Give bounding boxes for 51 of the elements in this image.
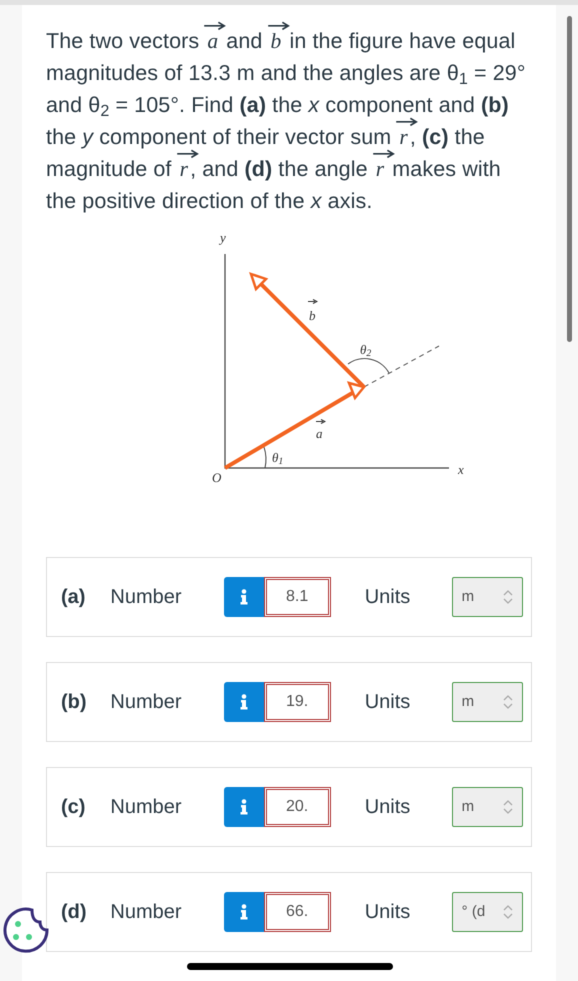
number-field[interactable]: 20. (264, 787, 331, 827)
angle-arc (264, 446, 266, 468)
number-field[interactable]: 66. (264, 892, 331, 932)
number-field[interactable]: 8.1 (264, 577, 331, 617)
vector-label: a (316, 427, 322, 440)
cookie-button[interactable] (2, 906, 50, 954)
info-icon (240, 904, 248, 920)
chevron-updown-icon (503, 905, 514, 919)
chevron-updown-icon (503, 800, 514, 814)
vector-arrow-icon (372, 149, 396, 159)
units-select[interactable]: m (452, 682, 524, 722)
units-select[interactable]: ° (d (452, 892, 524, 932)
vector-label: b (309, 309, 316, 322)
vector-arrow-icon (395, 117, 420, 127)
part-label: (a) (61, 585, 86, 610)
units-select[interactable]: m (452, 787, 524, 827)
units-select[interactable]: m (452, 577, 524, 617)
vector-arrow-icon (176, 149, 200, 159)
info-button[interactable] (224, 787, 264, 827)
part-label: (d) (61, 900, 88, 925)
number-label: Number (110, 690, 183, 715)
number-label: Number (110, 585, 183, 610)
info-button[interactable] (224, 577, 264, 617)
vector-arrow-icon (266, 21, 290, 31)
vector-arrow-icon (308, 299, 318, 304)
axis-label: y (220, 231, 226, 244)
origin-label: O (212, 471, 222, 484)
angle-arc (348, 358, 390, 374)
axis-label: x (458, 463, 464, 476)
part-label: (b) (61, 690, 88, 715)
info-button[interactable] (224, 892, 264, 932)
info-button[interactable] (224, 682, 264, 722)
scrollbar[interactable] (567, 16, 572, 342)
units-label: Units (364, 795, 412, 820)
chevron-updown-icon (503, 590, 514, 604)
vector-arrow-icon (203, 21, 227, 31)
chevron-updown-icon (503, 695, 514, 709)
angle-label: θ$_{1}$ (272, 451, 284, 464)
part-label: (c) (61, 795, 86, 820)
info-icon (240, 589, 248, 605)
units-label: Units (364, 585, 412, 610)
angle-label: θ$_{2}$ (360, 343, 372, 356)
number-label: Number (110, 795, 183, 820)
info-icon (240, 799, 248, 815)
vector-arrow-icon (316, 419, 326, 424)
number-label: Number (110, 900, 183, 925)
number-field[interactable]: 19. (264, 682, 331, 722)
units-label: Units (364, 690, 412, 715)
units-label: Units (364, 900, 412, 925)
info-icon (240, 694, 248, 710)
problem-text: The two vectors a and b in the figure have equal magnitudes of 13.3 m and the angles are θ$_{1}$ = 29° and θ$_{2}$ = 105°. Find (a) the x component and (b) the y component of their vector sum r, (c) the magnitude of r, and (d) the angle r makes with the positive direction of the x axis. (46, 25, 532, 217)
